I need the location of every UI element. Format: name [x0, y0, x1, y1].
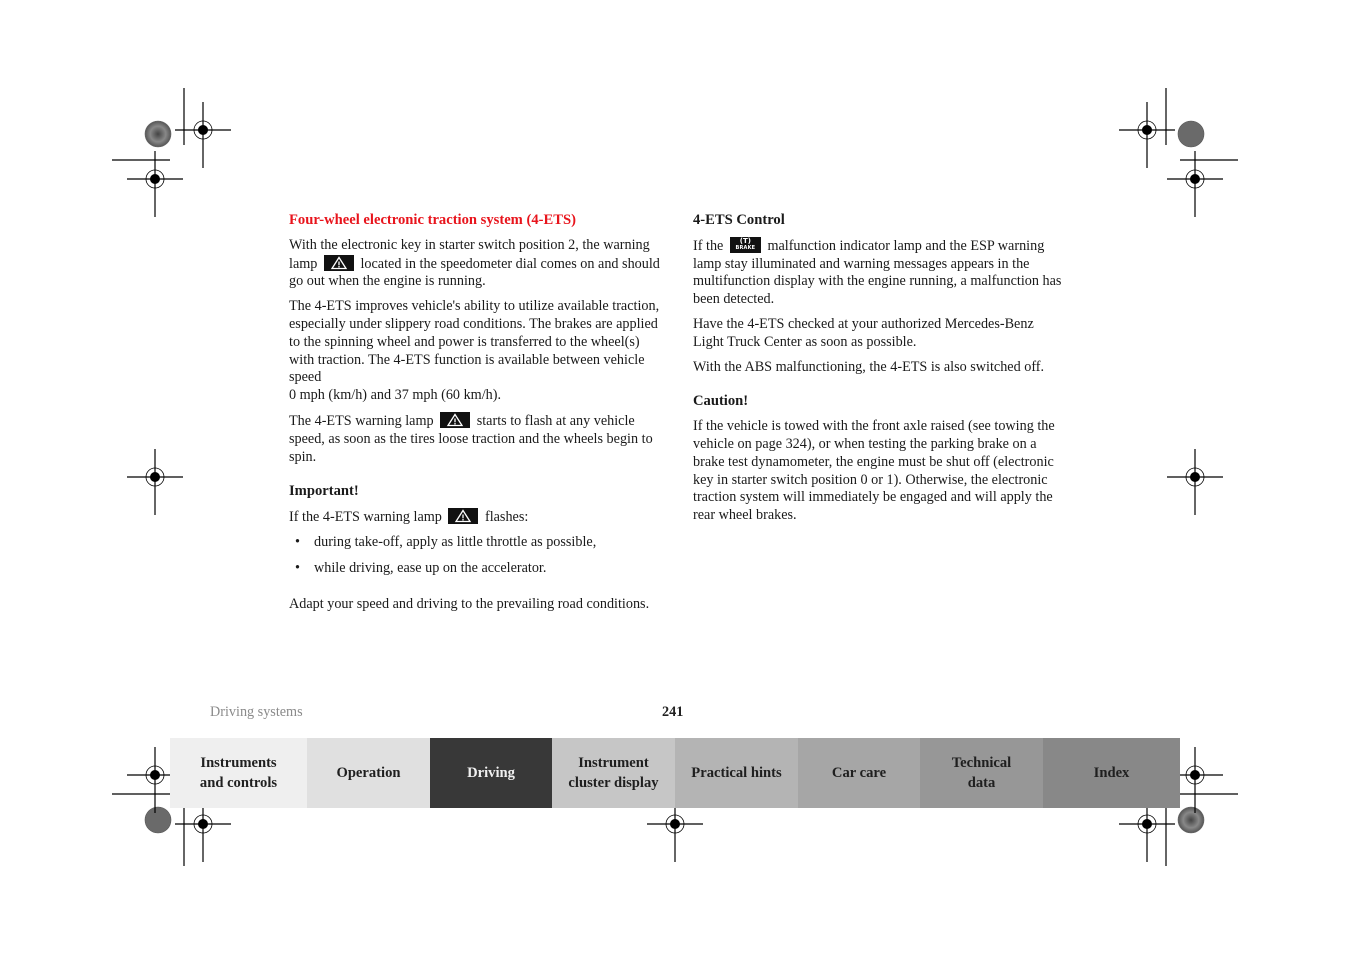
- crosshair-icon: [174, 101, 232, 169]
- text: If the 4-ETS warning lamp: [289, 509, 442, 526]
- list-item: • during take-off, apply as little thrott…: [289, 534, 661, 552]
- list-item: • while driving, ease up on the accelerat…: [289, 560, 661, 578]
- text: flashes:: [484, 509, 529, 526]
- tab-instruments-and-controls[interactable]: Instruments and controls: [170, 738, 307, 808]
- color-target-icon: [144, 806, 172, 834]
- paragraph-important: If the 4-ETS warning lamp flashes:: [289, 508, 661, 527]
- crosshair-icon: [1166, 150, 1224, 218]
- footer-section-title: Driving systems: [210, 704, 303, 720]
- paragraph-closing: Adapt your speed and driving to the prev…: [289, 595, 650, 612]
- crosshair-icon: [1118, 101, 1176, 169]
- tab-instrument-cluster-display[interactable]: Instrument cluster display: [552, 738, 675, 808]
- paragraph-caution: If the vehicle is towed with the front a…: [693, 418, 1055, 524]
- paragraph-service: Have the 4-ETS checked at your authorize…: [693, 315, 1034, 350]
- registration-marks: [112, 88, 1238, 866]
- section-title: Four-wheel electronic traction system (4…: [289, 212, 576, 228]
- crosshair-icon: [126, 448, 184, 516]
- bullet-icon: •: [295, 559, 300, 576]
- important-heading: Important!: [289, 483, 359, 500]
- left-column: Four-wheel electronic traction system (4…: [289, 212, 661, 620]
- text: 0 mph (km/h) and 37 mph (60 km/h).: [289, 387, 502, 404]
- paragraph-traction: The 4-ETS improves vehicle's ability to …: [289, 298, 661, 405]
- color-target-icon: [1177, 120, 1205, 148]
- paragraph-key-position: With the electronic key in starter switc…: [289, 237, 661, 291]
- paragraph-flash: The 4-ETS warning lamp starts to flash a…: [289, 411, 661, 466]
- brake-lamp-label: BRAKE: [735, 244, 756, 251]
- text: during take-off, apply as little throttl…: [314, 533, 597, 550]
- paragraph-abs: With the ABS malfunctioning, the 4-ETS i…: [693, 358, 1045, 375]
- bullet-list: • during take-off, apply as little thrott…: [289, 534, 661, 578]
- tab-operation[interactable]: Operation: [307, 738, 430, 808]
- color-target-icon: [144, 120, 172, 148]
- chapter-tabs: Instruments and controls Operation Drivi…: [170, 738, 1180, 808]
- warning-triangle-icon: [448, 508, 479, 525]
- bullet-icon: •: [295, 533, 300, 550]
- crosshair-icon: [126, 150, 184, 218]
- tab-technical-data[interactable]: Technical data: [920, 738, 1043, 808]
- right-column: 4-ETS Control If the (T) BRAKE malfuncti…: [693, 212, 1065, 532]
- tab-index[interactable]: Index: [1043, 738, 1180, 808]
- tab-practical-hints[interactable]: Practical hints: [675, 738, 798, 808]
- color-target-icon: [1177, 806, 1205, 834]
- caution-heading: Caution!: [693, 393, 749, 410]
- paragraph-malfunction: If the (T) BRAKE malfunction indicator l…: [693, 236, 1065, 309]
- text: If the: [693, 237, 724, 254]
- brake-lamp-icon: (T) BRAKE: [729, 236, 761, 253]
- tab-car-care[interactable]: Car care: [798, 738, 920, 808]
- warning-triangle-icon: [323, 254, 354, 271]
- text: while driving, ease up on the accelerato…: [314, 559, 547, 576]
- brake-lamp-symbol: (T): [739, 236, 751, 245]
- warning-triangle-icon: [440, 411, 471, 428]
- section-title: 4-ETS Control: [693, 212, 785, 228]
- text: The 4-ETS warning lamp: [289, 412, 434, 429]
- crosshair-icon: [1166, 448, 1224, 516]
- text: The 4-ETS improves vehicle's ability to …: [289, 298, 660, 386]
- page-number: 241: [662, 704, 684, 720]
- tab-driving[interactable]: Driving: [430, 738, 552, 808]
